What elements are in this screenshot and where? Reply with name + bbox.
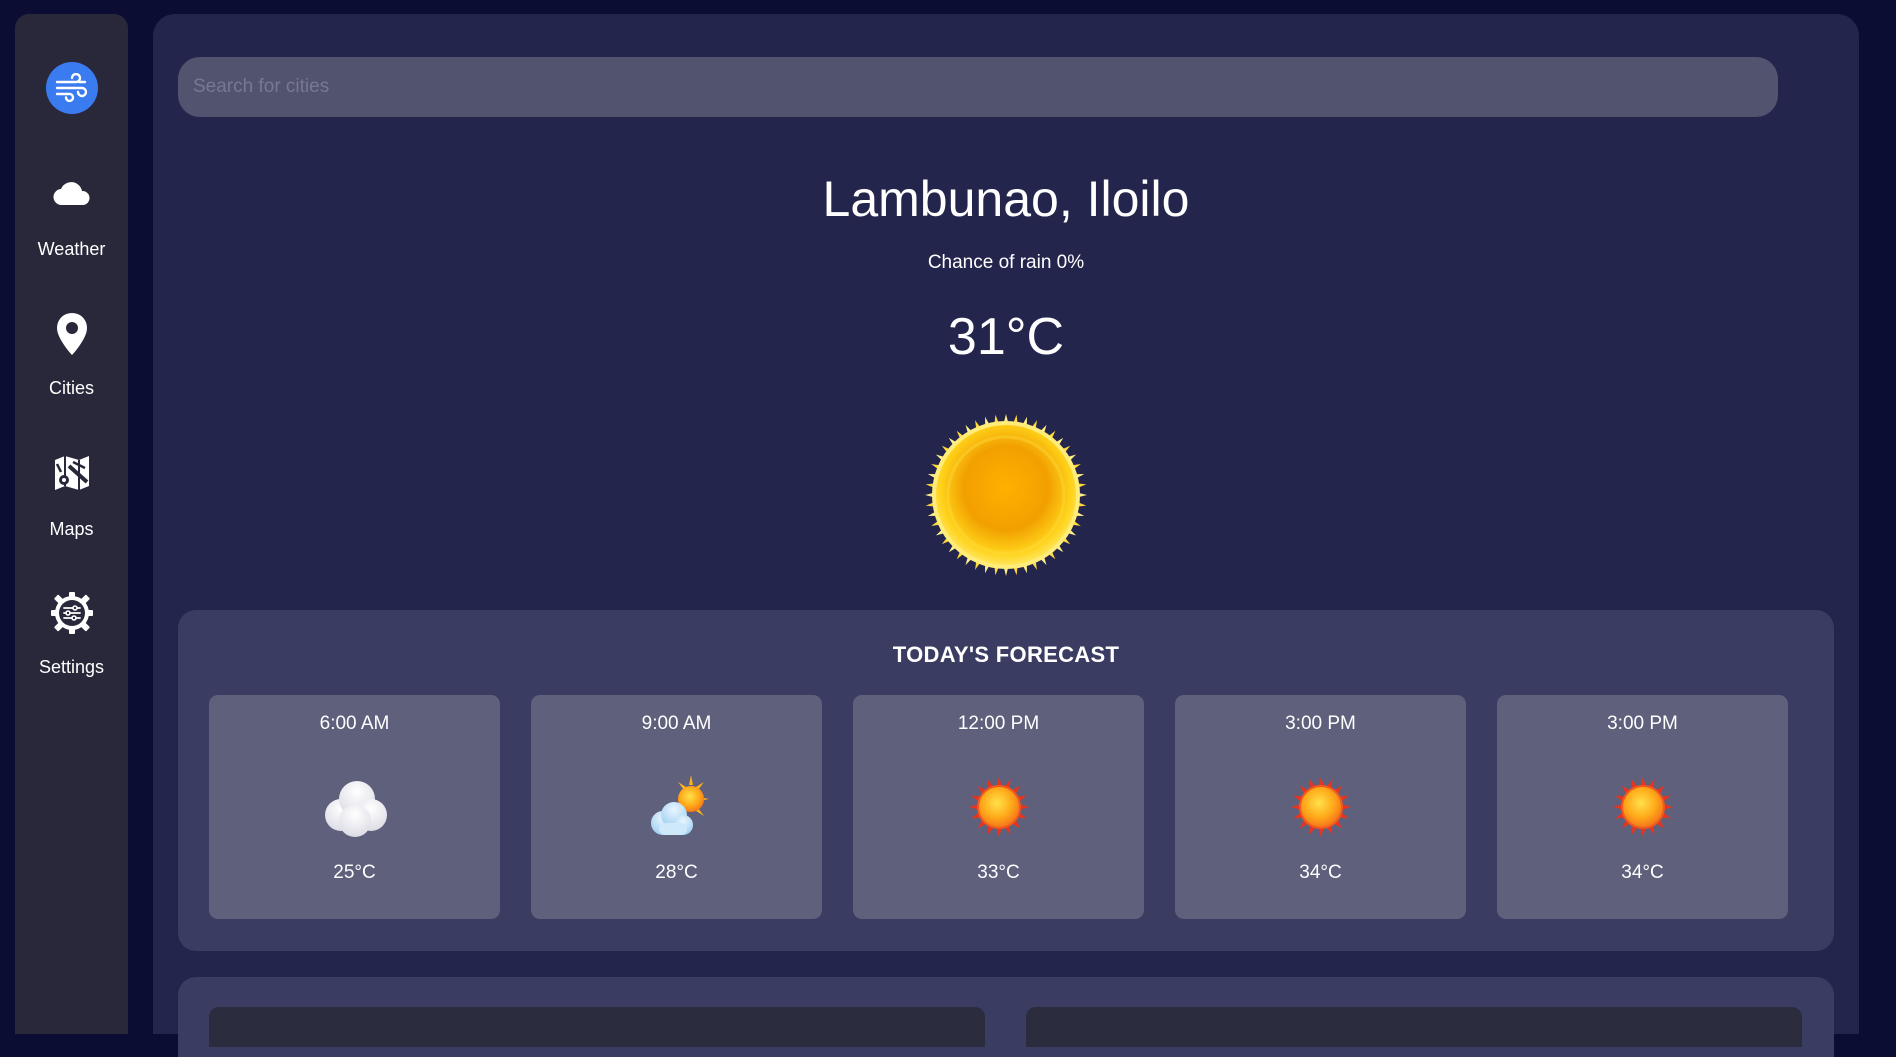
forecast-card[interactable]: 6:00 AM 25°C <box>209 695 500 919</box>
forecast-time: 6:00 AM <box>319 713 390 734</box>
forecast-temp: 25°C <box>333 862 376 883</box>
sidebar-item-label: Settings <box>38 657 105 677</box>
forecast-temp: 28°C <box>655 862 698 883</box>
forecast-title: TODAY'S FORECAST <box>892 642 1120 667</box>
sidebar: Weather Cities Maps Settings <box>15 14 128 1034</box>
forecast-list: 6:00 AM 25°C 9:00 AM 28°C 12:00 PM 33°C … <box>209 695 1788 919</box>
sun-icon <box>1607 771 1679 843</box>
forecast-time: 3:00 PM <box>1607 713 1678 734</box>
forecast-card[interactable]: 3:00 PM 34°C <box>1175 695 1466 919</box>
forecast-temp: 34°C <box>1299 862 1342 883</box>
sidebar-item-weather[interactable]: Weather <box>15 169 128 260</box>
details-card <box>209 1007 985 1047</box>
details-card <box>1026 1007 1802 1047</box>
wind-icon[interactable] <box>46 62 98 114</box>
sidebar-item-label: Cities <box>48 378 94 398</box>
city-name: Lambunao, Iloilo <box>822 171 1190 227</box>
sidebar-item-cities[interactable]: Cities <box>15 310 128 399</box>
sidebar-item-settings[interactable]: Settings <box>15 589 128 678</box>
sun-icon <box>921 410 1091 585</box>
map-icon <box>15 449 128 497</box>
forecast-time: 3:00 PM <box>1285 713 1356 734</box>
sidebar-item-label: Weather <box>37 239 106 259</box>
map-pin-icon <box>15 310 128 358</box>
forecast-card[interactable]: 12:00 PM 33°C <box>853 695 1144 919</box>
forecast-card[interactable]: 3:00 PM 34°C <box>1497 695 1788 919</box>
forecast-temp: 34°C <box>1621 862 1664 883</box>
sidebar-item-maps[interactable]: Maps <box>15 449 128 540</box>
search-input[interactable] <box>178 57 1778 117</box>
current-temperature: 31°C <box>947 308 1065 366</box>
forecast-temp: 33°C <box>977 862 1020 883</box>
cloud-icon <box>319 771 391 843</box>
settings-icon <box>15 589 128 637</box>
forecast-time: 9:00 AM <box>641 713 712 734</box>
sun-icon <box>963 771 1035 843</box>
forecast-panel: TODAY'S FORECAST 6:00 AM 25°C 9:00 AM 28… <box>178 610 1834 951</box>
main-content: Lambunao, Iloilo Chance of rain 0% 31°C … <box>153 14 1859 1057</box>
details-panel <box>178 977 1834 1057</box>
sidebar-item-label: Maps <box>49 519 94 539</box>
cloud-icon <box>15 169 128 217</box>
rain-chance: Chance of rain 0% <box>927 252 1085 273</box>
partly-sunny-icon <box>641 771 713 843</box>
forecast-time: 12:00 PM <box>957 713 1040 734</box>
sun-icon <box>1285 771 1357 843</box>
forecast-card[interactable]: 9:00 AM 28°C <box>531 695 822 919</box>
